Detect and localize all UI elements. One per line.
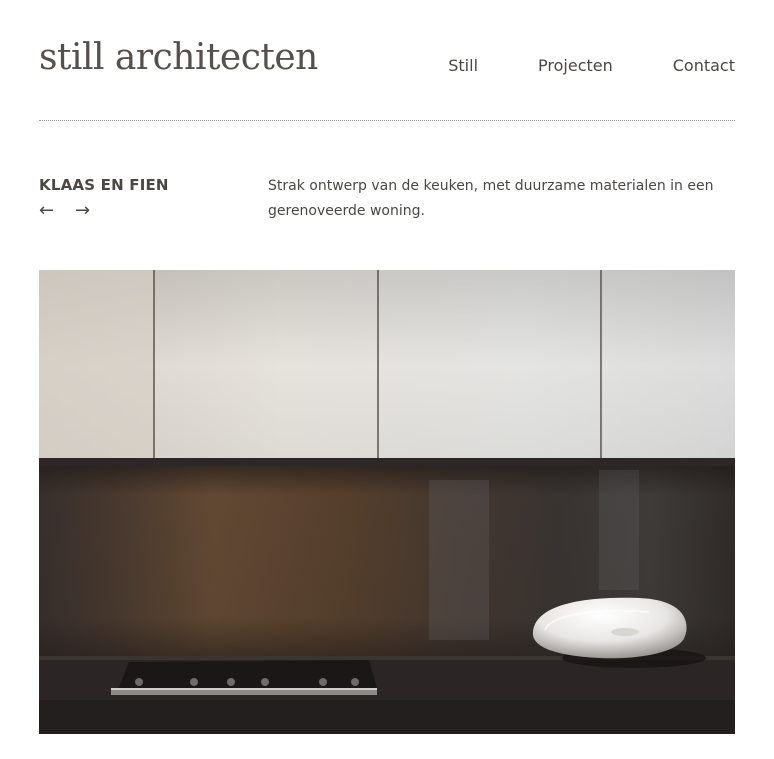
site-header: still architecten Still Projecten Contac…	[39, 0, 735, 121]
nav-link-still[interactable]: Still	[448, 55, 478, 77]
project-pager: ← →	[39, 200, 99, 222]
main-nav: Still Projecten Contact	[388, 55, 735, 77]
header-divider	[39, 120, 735, 121]
arrow-left-icon[interactable]: ←	[39, 200, 63, 222]
arrow-right-icon[interactable]: →	[75, 200, 99, 222]
project-title: KLAAS EN FIEN	[39, 176, 169, 194]
project-photo	[39, 270, 735, 734]
kitchen-photo	[39, 270, 735, 734]
nav-link-projecten[interactable]: Projecten	[538, 55, 613, 77]
site-title[interactable]: still architecten	[39, 36, 318, 80]
nav-link-contact[interactable]: Contact	[673, 55, 735, 77]
project-description: Strak ontwerp van de keuken, met duurzam…	[268, 178, 714, 219]
